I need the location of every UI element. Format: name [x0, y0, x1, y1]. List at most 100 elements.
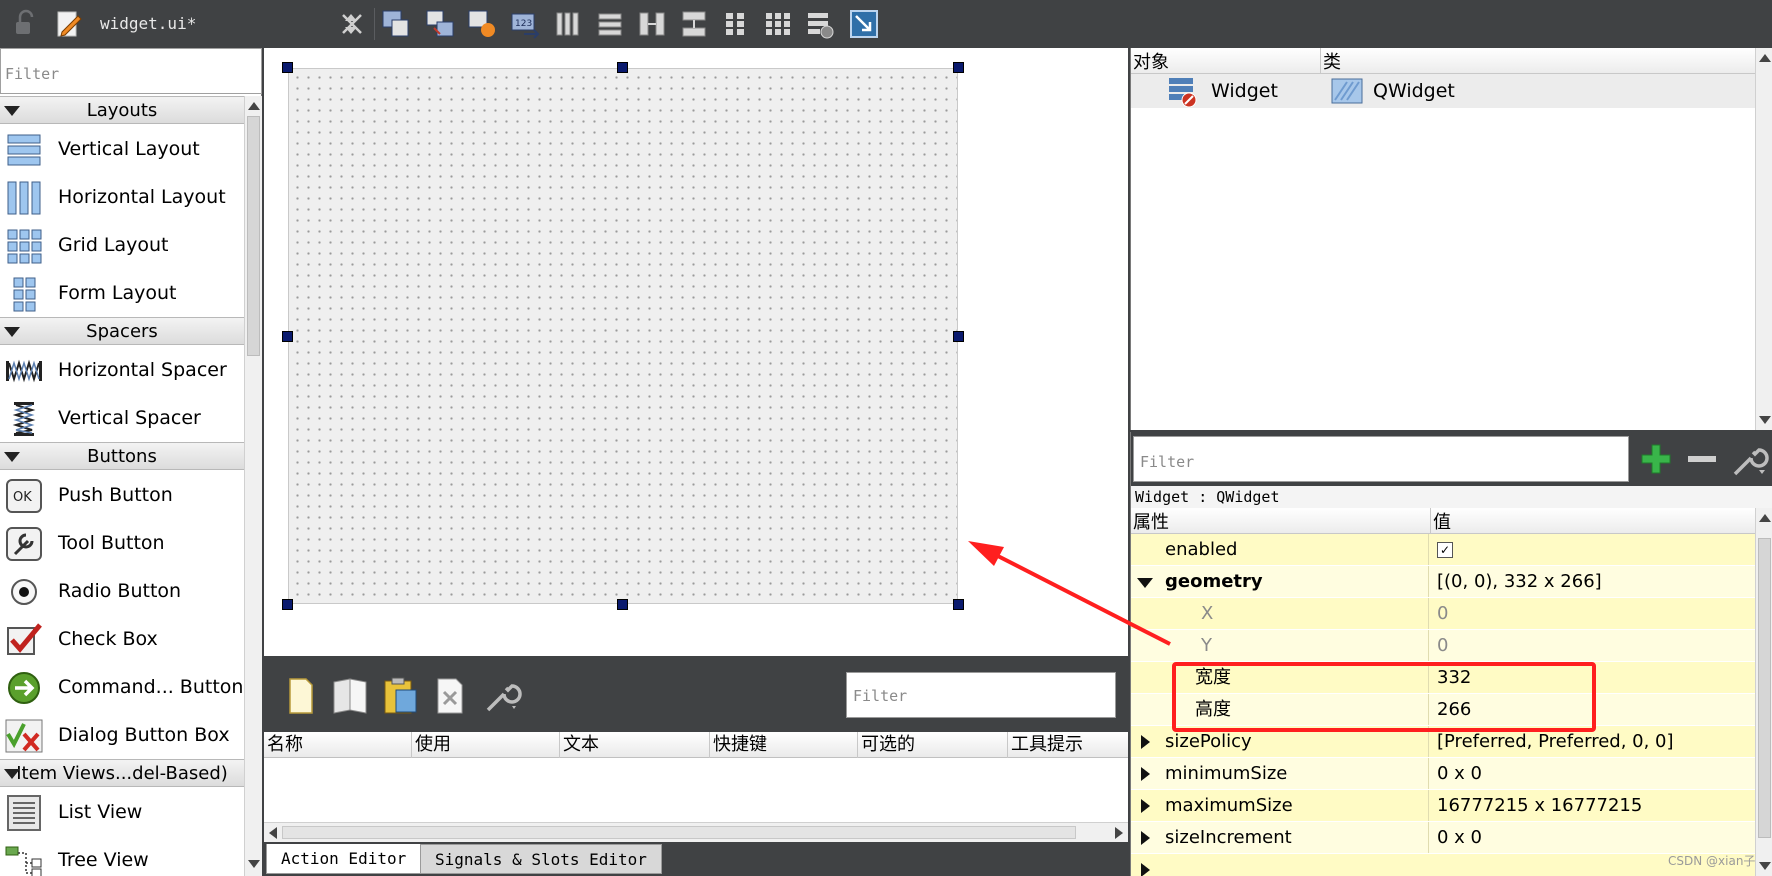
- widget-item-horizontal-spacer[interactable]: Horizontal Spacer: [0, 346, 244, 394]
- collapse-triangle-icon[interactable]: [4, 106, 20, 116]
- edit-widgets-mode-icon[interactable]: [380, 8, 412, 40]
- property-row-minimumsize[interactable]: minimumSize 0 x 0: [1131, 758, 1755, 790]
- column-header[interactable]: 名称: [264, 732, 412, 758]
- scrollbar-thumb[interactable]: [247, 116, 260, 356]
- object-row-widget[interactable]: Widget QWidget: [1131, 74, 1755, 108]
- widget-item-tool-button[interactable]: Tool Button: [0, 519, 244, 567]
- category-buttons[interactable]: Buttons: [0, 442, 244, 470]
- copy-action-icon[interactable]: [330, 676, 370, 716]
- object-inspector-scrollbar[interactable]: [1755, 48, 1772, 430]
- widget-box-filter-input[interactable]: Filter: [0, 48, 262, 94]
- property-config-wrench-icon[interactable]: [1729, 440, 1769, 478]
- scroll-up-icon[interactable]: [248, 102, 260, 110]
- close-form-icon[interactable]: [336, 8, 368, 40]
- property-row-geometry[interactable]: geometry [(0, 0), 332 x 266]: [1131, 566, 1755, 598]
- column-header[interactable]: 文本: [560, 732, 710, 758]
- lay-out-vertically-splitter-icon[interactable]: [678, 8, 710, 40]
- property-row-geometry-height[interactable]: 高度 266: [1131, 694, 1755, 726]
- property-editor-scrollbar[interactable]: [1755, 508, 1772, 876]
- edit-signals-slots-icon[interactable]: [424, 8, 456, 40]
- remove-dynamic-property-icon[interactable]: [1685, 442, 1719, 476]
- add-dynamic-property-icon[interactable]: [1639, 442, 1673, 476]
- property-value[interactable]: 0: [1431, 598, 1755, 629]
- resize-handle-bottom[interactable]: [617, 599, 628, 610]
- scroll-left-icon[interactable]: [268, 827, 278, 839]
- property-value[interactable]: 16777215 x 16777215: [1431, 790, 1755, 821]
- property-value[interactable]: [(0, 0), 332 x 266]: [1431, 566, 1755, 597]
- resize-handle-top-left[interactable]: [282, 62, 293, 73]
- resize-handle-bottom-right[interactable]: [953, 599, 964, 610]
- property-row-sizeincrement[interactable]: sizeIncrement 0 x 0: [1131, 822, 1755, 854]
- widget-item-vertical-spacer[interactable]: Vertical Spacer: [0, 394, 244, 442]
- delete-action-icon[interactable]: [430, 676, 470, 716]
- enabled-checkbox[interactable]: ✓: [1437, 542, 1453, 558]
- collapse-triangle-icon[interactable]: [4, 327, 20, 337]
- property-value[interactable]: 0: [1431, 630, 1755, 661]
- lay-out-form-icon[interactable]: [720, 8, 752, 40]
- break-layout-icon[interactable]: [804, 8, 836, 40]
- widget-box-scrollbar[interactable]: [244, 96, 262, 876]
- widget-item-form-layout[interactable]: Form Layout: [0, 269, 244, 317]
- action-table-hscrollbar[interactable]: [264, 822, 1128, 842]
- property-table[interactable]: 属性 值 enabled ✓ geometry [(0, 0), 332 x 2…: [1131, 508, 1755, 876]
- adjust-size-icon[interactable]: [848, 8, 880, 40]
- property-value[interactable]: 332: [1431, 662, 1755, 693]
- action-settings-wrench-icon[interactable]: [482, 676, 522, 716]
- scrollbar-thumb[interactable]: [1758, 538, 1771, 838]
- collapse-triangle-icon[interactable]: [4, 769, 20, 779]
- property-value[interactable]: ✓: [1431, 534, 1755, 565]
- column-header[interactable]: 快捷键: [710, 732, 858, 758]
- scroll-down-icon[interactable]: [248, 860, 260, 868]
- tab-signals-slots-editor[interactable]: Signals & Slots Editor: [420, 844, 662, 874]
- widget-item-dialog-button-box[interactable]: Dialog Button Box: [0, 711, 244, 759]
- edit-tab-order-icon[interactable]: 123: [510, 8, 542, 40]
- property-row-enabled[interactable]: enabled ✓: [1131, 534, 1755, 566]
- column-header[interactable]: 属性: [1131, 508, 1431, 534]
- expand-arrow-icon[interactable]: [1141, 863, 1150, 876]
- column-header[interactable]: 对象: [1131, 48, 1321, 74]
- widget-item-check-box[interactable]: Check Box: [0, 615, 244, 663]
- column-header[interactable]: 类: [1321, 48, 1755, 74]
- property-value[interactable]: 0 x 0: [1431, 758, 1755, 789]
- property-value[interactable]: [Preferred, Preferred, 0, 0]: [1431, 726, 1755, 757]
- new-action-icon[interactable]: [280, 676, 320, 716]
- scrollbar-thumb[interactable]: [282, 826, 1076, 839]
- form-widget-surface[interactable]: [288, 68, 958, 604]
- scroll-up-icon[interactable]: [1759, 54, 1771, 62]
- property-row-sizepolicy[interactable]: sizePolicy [Preferred, Preferred, 0, 0]: [1131, 726, 1755, 758]
- tab-action-editor[interactable]: Action Editor: [266, 844, 422, 874]
- lay-out-horizontally-icon[interactable]: [552, 8, 584, 40]
- scroll-right-icon[interactable]: [1114, 827, 1124, 839]
- property-row-geometry-x[interactable]: X 0: [1131, 598, 1755, 630]
- property-row-partial[interactable]: [1131, 854, 1755, 876]
- collapse-triangle-icon[interactable]: [4, 452, 20, 462]
- category-item-views[interactable]: Item Views...del-Based): [0, 759, 244, 787]
- column-header[interactable]: 可选的: [858, 732, 1008, 758]
- form-editor-canvas[interactable]: [264, 48, 1128, 656]
- scroll-down-icon[interactable]: [1759, 416, 1771, 424]
- resize-handle-right[interactable]: [953, 331, 964, 342]
- form-selector-combo[interactable]: widget.ui*: [100, 10, 366, 38]
- widget-item-horizontal-layout[interactable]: Horizontal Layout: [0, 173, 244, 221]
- category-spacers[interactable]: Spacers: [0, 317, 244, 345]
- lock-icon[interactable]: [10, 8, 42, 40]
- scroll-down-icon[interactable]: [1759, 862, 1771, 870]
- category-layouts[interactable]: Layouts: [0, 96, 244, 124]
- lay-out-vertically-icon[interactable]: [594, 8, 626, 40]
- property-filter-input[interactable]: Filter: [1133, 436, 1629, 482]
- lay-out-horizontally-splitter-icon[interactable]: [636, 8, 668, 40]
- column-header[interactable]: 使用: [412, 732, 560, 758]
- widget-item-list-view[interactable]: List View: [0, 788, 244, 836]
- resize-handle-top-right[interactable]: [953, 62, 964, 73]
- widget-item-command-link-button[interactable]: Command... Button: [0, 663, 244, 711]
- resize-handle-top[interactable]: [617, 62, 628, 73]
- property-row-geometry-y[interactable]: Y 0: [1131, 630, 1755, 662]
- scroll-up-icon[interactable]: [1759, 514, 1771, 522]
- lay-out-grid-icon[interactable]: [762, 8, 794, 40]
- property-value[interactable]: 0 x 0: [1431, 822, 1755, 853]
- action-table[interactable]: 名称 使用 文本 快捷键 可选的 工具提示: [264, 732, 1128, 842]
- widget-item-vertical-layout[interactable]: Vertical Layout: [0, 125, 244, 173]
- column-header[interactable]: 值: [1431, 508, 1755, 534]
- widget-item-tree-view[interactable]: Tree View: [0, 836, 244, 876]
- paste-action-icon[interactable]: [380, 676, 420, 716]
